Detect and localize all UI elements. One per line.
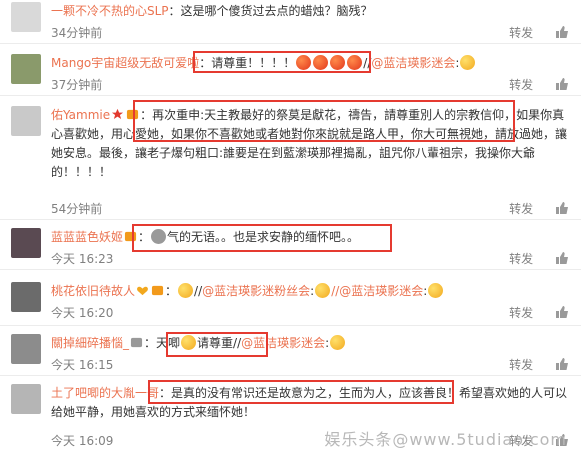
repost-button[interactable]: 转发 xyxy=(509,358,533,372)
highlight-box xyxy=(133,100,515,142)
comment-time: 今天 16:09 xyxy=(51,434,114,448)
repost-button[interactable]: 转发 xyxy=(509,78,533,92)
mention-link[interactable]: @蓝洁瑛影迷会 xyxy=(371,56,455,70)
thumbs-up-icon[interactable] xyxy=(555,202,569,214)
comment-author[interactable]: 蓝蓝蓝色妖姬 xyxy=(51,230,123,244)
heart-badge-icon xyxy=(137,286,148,296)
thumbs-up-icon[interactable] xyxy=(555,306,569,318)
crying-emoji-icon xyxy=(428,283,444,298)
star-badge-icon xyxy=(112,108,124,119)
comment-text: ： xyxy=(165,284,178,298)
comment-text-suffix: // xyxy=(194,284,203,298)
mention-link[interactable]: @蓝洁瑛影迷粉丝会 xyxy=(202,284,310,298)
highlight-box xyxy=(193,51,371,73)
comment-item: 關掉細碎播惱_ ：天唧 请尊重//@蓝洁瑛影迷会: 今天 16:15 转发 xyxy=(0,326,581,376)
comment-author[interactable]: Mango宇宙超级无敌可爱啦 xyxy=(51,56,199,70)
member-badge-icon xyxy=(151,285,164,296)
thumbs-up-icon[interactable] xyxy=(555,252,569,264)
member-badge-icon xyxy=(130,337,143,348)
avatar[interactable] xyxy=(11,282,41,312)
comment-author[interactable]: 土了吧唧的大胤一哥 xyxy=(51,386,159,400)
comment-author[interactable]: 桃花依旧待故人 xyxy=(51,284,135,298)
repost-button[interactable]: 转发 xyxy=(509,306,533,320)
comment-time: 今天 16:20 xyxy=(51,306,114,320)
repost-button[interactable]: 转发 xyxy=(509,26,533,40)
repost-button[interactable]: 转发 xyxy=(509,252,533,266)
comment-text: ：这是哪个傻货过去点的蜡烛？脑残？ xyxy=(168,4,373,18)
highlight-box xyxy=(132,224,392,252)
highlight-box xyxy=(148,380,454,404)
highlight-box xyxy=(166,332,268,357)
comment-time: 54分钟前 xyxy=(51,202,103,216)
crying-emoji-icon xyxy=(330,335,346,350)
comment-item: 一颗不冷不热的心SLP：这是哪个傻货过去点的蜡烛？脑残？ 34分钟前 转发 xyxy=(0,0,581,44)
avatar[interactable] xyxy=(11,384,41,414)
crying-emoji-icon xyxy=(178,283,194,298)
comment-text-suffix: : xyxy=(310,284,315,298)
mention-link[interactable]: //@蓝洁瑛影迷会 xyxy=(331,284,423,298)
crying-emoji-icon xyxy=(315,283,331,298)
avatar[interactable] xyxy=(11,228,41,258)
comment-item: 桃花依旧待故人：//@蓝洁瑛影迷粉丝会://@蓝洁瑛影迷会: 今天 16:20 … xyxy=(0,270,581,326)
comment-time: 今天 16:23 xyxy=(51,252,114,266)
comment-author[interactable]: 一颗不冷不热的心SLP xyxy=(51,4,169,18)
comment-author[interactable]: 關掉細碎播惱_ xyxy=(51,336,129,350)
comment-time: 37分钟前 xyxy=(51,78,103,92)
avatar[interactable] xyxy=(11,334,41,364)
comment-time: 34分钟前 xyxy=(51,26,103,40)
repost-button[interactable]: 转发 xyxy=(509,202,533,216)
comment-time: 今天 16:15 xyxy=(51,358,114,372)
avatar[interactable] xyxy=(11,2,41,32)
crying-emoji-icon xyxy=(460,55,476,70)
thumbs-up-icon[interactable] xyxy=(555,358,569,370)
thumbs-up-icon[interactable] xyxy=(555,26,569,38)
watermark: 娱乐头条@www.5tudiao.com xyxy=(324,430,567,449)
thumbs-up-icon[interactable] xyxy=(555,78,569,90)
comment-author[interactable]: 佑Yammie xyxy=(51,108,110,122)
avatar[interactable] xyxy=(11,106,41,136)
avatar[interactable] xyxy=(11,54,41,84)
